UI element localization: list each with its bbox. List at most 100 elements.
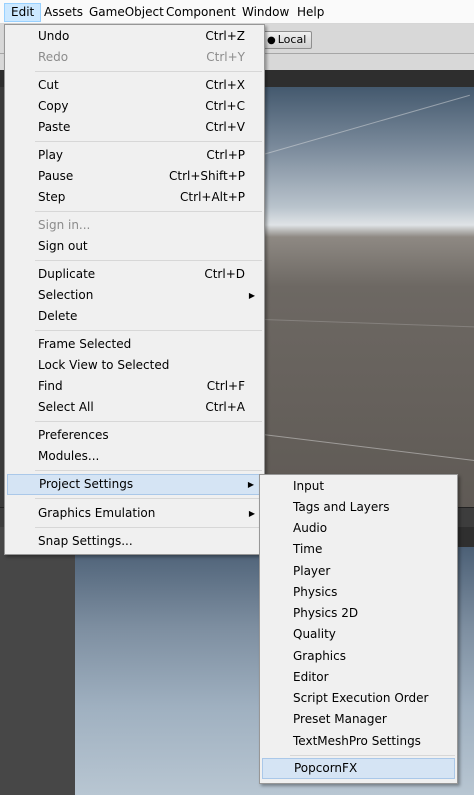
menu-item-cut[interactable]: Cut Ctrl+X	[7, 75, 262, 96]
menu-item-shortcut: Ctrl+Z	[205, 29, 245, 43]
submenu-item-quality[interactable]: Quality	[262, 624, 455, 645]
menu-item-preferences[interactable]: Preferences	[7, 425, 262, 446]
menu-item-label: Lock View to Selected	[38, 358, 170, 372]
menu-item-label: Pause	[38, 169, 74, 183]
menu-item-shortcut: Ctrl+X	[205, 78, 245, 92]
submenu-item-label: Input	[293, 479, 325, 493]
submenu-item-input[interactable]: Input	[262, 476, 455, 497]
menu-item-label: Undo	[38, 29, 70, 43]
menubar-assets[interactable]: Assets	[38, 3, 89, 22]
menu-item-shortcut: Ctrl+F	[206, 379, 245, 393]
menu-separator	[35, 470, 262, 471]
submenu-item-audio[interactable]: Audio	[262, 518, 455, 539]
menu-item-label: Copy	[38, 99, 69, 113]
menubar-gameobject[interactable]: GameObject	[83, 3, 170, 22]
submenu-item-time[interactable]: Time	[262, 539, 455, 560]
submenu-item-physics[interactable]: Physics	[262, 582, 455, 603]
triangle-right-icon: ▶	[248, 509, 255, 518]
menu-item-label: Project Settings	[39, 477, 134, 491]
menu-item-pause[interactable]: Pause Ctrl+Shift+P	[7, 166, 262, 187]
menu-item-label: Sign out	[38, 239, 88, 253]
menu-item-step[interactable]: Step Ctrl+Alt+P	[7, 187, 262, 208]
submenu-item-popcornfx[interactable]: PopcornFX	[262, 758, 455, 779]
menu-item-duplicate[interactable]: Duplicate Ctrl+D	[7, 264, 262, 285]
menubar-edit[interactable]: Edit	[4, 3, 42, 22]
menu-item-find[interactable]: Find Ctrl+F	[7, 376, 262, 397]
menu-separator	[35, 260, 262, 261]
menu-item-label: Delete	[38, 309, 78, 323]
submenu-item-label: Quality	[293, 627, 336, 641]
menu-item-selection[interactable]: Selection ▶	[7, 285, 262, 306]
submenu-item-physics-2d[interactable]: Physics 2D	[262, 603, 455, 624]
menu-separator	[35, 330, 262, 331]
submenu-item-label: Graphics	[293, 649, 346, 663]
menu-item-label: Redo	[38, 50, 69, 64]
project-settings-submenu: Input Tags and Layers Audio Time Player …	[259, 474, 458, 784]
menu-item-label: Find	[38, 379, 63, 393]
menu-separator	[35, 498, 262, 499]
menu-item-label: Snap Settings...	[38, 534, 133, 548]
scene-grid-line	[262, 434, 474, 462]
submenu-item-label: PopcornFX	[294, 761, 358, 775]
menu-item-play[interactable]: Play Ctrl+P	[7, 145, 262, 166]
submenu-item-label: Tags and Layers	[293, 500, 390, 514]
menu-item-snap-settings[interactable]: Snap Settings...	[7, 531, 262, 552]
menu-separator	[35, 211, 262, 212]
submenu-item-editor[interactable]: Editor	[262, 667, 455, 688]
submenu-item-tags-and-layers[interactable]: Tags and Layers	[262, 497, 455, 518]
menu-item-label: Preferences	[38, 428, 109, 442]
menu-item-shortcut: Ctrl+Shift+P	[169, 169, 245, 183]
menu-item-undo[interactable]: Undo Ctrl+Z	[7, 26, 262, 47]
menu-item-label: Graphics Emulation	[38, 506, 156, 520]
menu-item-graphics-emulation[interactable]: Graphics Emulation ▶	[7, 503, 262, 524]
menu-item-redo[interactable]: Redo Ctrl+Y	[7, 47, 262, 68]
menubar-help[interactable]: Help	[291, 3, 330, 22]
menubar-component[interactable]: Component	[160, 3, 242, 22]
menu-item-label: Cut	[38, 78, 59, 92]
menu-item-label: Step	[38, 190, 66, 204]
submenu-item-player[interactable]: Player	[262, 561, 455, 582]
submenu-item-preset-manager[interactable]: Preset Manager	[262, 709, 455, 730]
menu-item-shortcut: Ctrl+Alt+P	[180, 190, 245, 204]
menu-item-label: Play	[38, 148, 64, 162]
menubar-window[interactable]: Window	[236, 3, 295, 22]
submenu-item-label: Editor	[293, 670, 329, 684]
menu-item-label: Select All	[38, 400, 94, 414]
menu-separator	[35, 421, 262, 422]
menu-item-delete[interactable]: Delete	[7, 306, 262, 327]
menu-item-label: Paste	[38, 120, 71, 134]
submenu-item-graphics[interactable]: Graphics	[262, 646, 455, 667]
menu-item-frame-selected[interactable]: Frame Selected	[7, 334, 262, 355]
menu-separator	[35, 71, 262, 72]
menu-item-label: Selection	[38, 288, 94, 302]
menu-separator	[35, 527, 262, 528]
menu-item-modules[interactable]: Modules...	[7, 446, 262, 467]
menu-item-shortcut: Ctrl+A	[205, 400, 245, 414]
triangle-right-icon: ▶	[248, 291, 255, 300]
menu-item-sign-out[interactable]: Sign out	[7, 236, 262, 257]
hierarchy-panel	[0, 527, 75, 795]
submenu-item-label: Script Execution Order	[293, 691, 429, 705]
menu-item-label: Modules...	[38, 449, 100, 463]
menu-item-shortcut: Ctrl+Y	[206, 50, 245, 64]
menu-item-shortcut: Ctrl+V	[205, 120, 245, 134]
menu-item-select-all[interactable]: Select All Ctrl+A	[7, 397, 262, 418]
menu-item-project-settings[interactable]: Project Settings ▶	[7, 474, 262, 495]
menu-bar: Edit Assets GameObject Component Window …	[0, 0, 474, 24]
menu-item-lock-view[interactable]: Lock View to Selected	[7, 355, 262, 376]
submenu-item-textmeshpro-settings[interactable]: TextMeshPro Settings	[262, 731, 455, 752]
triangle-right-icon: ▶	[247, 480, 254, 489]
menu-item-label: Sign in...	[38, 218, 91, 232]
submenu-item-label: Audio	[293, 521, 328, 535]
submenu-item-label: Physics	[293, 585, 338, 599]
menu-item-sign-in[interactable]: Sign in...	[7, 215, 262, 236]
submenu-item-label: TextMeshPro Settings	[293, 734, 421, 748]
submenu-item-script-execution-order[interactable]: Script Execution Order	[262, 688, 455, 709]
menu-item-label: Duplicate	[38, 267, 96, 281]
submenu-item-label: Preset Manager	[293, 712, 387, 726]
menu-item-copy[interactable]: Copy Ctrl+C	[7, 96, 262, 117]
local-toggle-button[interactable]: ● Local	[262, 31, 312, 49]
submenu-item-label: Time	[293, 542, 323, 556]
menu-item-paste[interactable]: Paste Ctrl+V	[7, 117, 262, 138]
menu-item-shortcut: Ctrl+D	[204, 267, 245, 281]
